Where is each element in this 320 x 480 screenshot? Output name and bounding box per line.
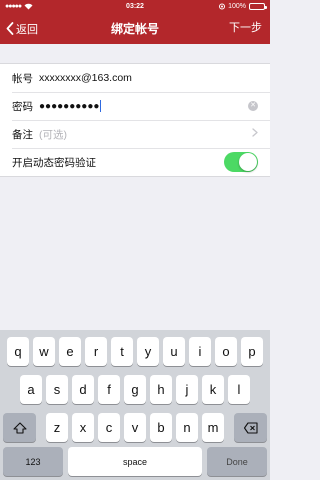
done-key[interactable]: Done: [207, 447, 267, 476]
status-time: 03:22: [126, 3, 144, 10]
text-caret: [100, 100, 102, 113]
key-r[interactable]: r: [85, 337, 107, 366]
key-p[interactable]: p: [241, 337, 263, 366]
keyboard-letters-3: zxcvbnm: [46, 413, 224, 442]
key-z[interactable]: z: [46, 413, 68, 442]
key-e[interactable]: e: [59, 337, 81, 366]
dynamic-password-toggle[interactable]: [224, 152, 258, 172]
shift-icon: [12, 421, 27, 434]
battery-icon: [249, 3, 267, 10]
shift-key[interactable]: [3, 413, 36, 442]
dynamic-password-label: 开启动态密码验证: [12, 156, 96, 169]
back-label: 返回: [16, 23, 38, 36]
chevron-right-icon: [252, 128, 258, 140]
key-s[interactable]: s: [46, 375, 68, 404]
signal-icon: ●●●●●: [5, 3, 22, 10]
key-o[interactable]: o: [215, 337, 237, 366]
key-l[interactable]: l: [228, 375, 250, 404]
key-d[interactable]: d: [72, 375, 94, 404]
back-button[interactable]: 返回: [6, 13, 38, 44]
keyboard-row-2: asdfghjkl: [0, 375, 270, 404]
wifi-icon: [24, 3, 33, 10]
numbers-key[interactable]: 123: [3, 447, 63, 476]
account-input[interactable]: xxxxxxxx@163.com: [39, 72, 258, 84]
account-row[interactable]: 帐号 xxxxxxxx@163.com: [0, 64, 270, 92]
space-key[interactable]: space: [68, 447, 202, 476]
status-left: ●●●●●: [5, 3, 95, 10]
battery-percent: 100%: [228, 3, 246, 10]
key-v[interactable]: v: [124, 413, 146, 442]
key-x[interactable]: x: [72, 413, 94, 442]
backspace-icon: [243, 421, 258, 434]
note-row[interactable]: 备注 (可选): [0, 120, 270, 148]
password-row[interactable]: 密码 ●●●●●●●●●● ✕: [0, 92, 270, 120]
key-w[interactable]: w: [33, 337, 55, 366]
key-f[interactable]: f: [98, 375, 120, 404]
password-label: 密码: [12, 100, 33, 113]
status-bar: ●●●●● 03:22 100%: [0, 0, 270, 13]
key-a[interactable]: a: [20, 375, 42, 404]
password-input[interactable]: ●●●●●●●●●●: [39, 100, 248, 113]
status-right: 100%: [175, 3, 267, 10]
key-k[interactable]: k: [202, 375, 224, 404]
nav-bar: 返回 绑定帐号 下一步: [0, 13, 270, 44]
key-j[interactable]: j: [176, 375, 198, 404]
key-y[interactable]: y: [137, 337, 159, 366]
key-n[interactable]: n: [176, 413, 198, 442]
key-h[interactable]: h: [150, 375, 172, 404]
next-button[interactable]: 下一步: [229, 13, 262, 44]
toggle-knob: [239, 153, 257, 171]
key-i[interactable]: i: [189, 337, 211, 366]
key-u[interactable]: u: [163, 337, 185, 366]
key-b[interactable]: b: [150, 413, 172, 442]
account-form: 帐号 xxxxxxxx@163.com 密码 ●●●●●●●●●● ✕ 备注 (…: [0, 63, 270, 177]
password-value: ●●●●●●●●●●: [39, 100, 100, 112]
account-label: 帐号: [12, 72, 33, 85]
key-g[interactable]: g: [124, 375, 146, 404]
keyboard-row-4: 123 space Done: [0, 447, 270, 476]
keyboard-row-1: qwertyuiop: [0, 337, 270, 366]
chevron-left-icon: [6, 22, 14, 35]
note-input[interactable]: (可选): [39, 127, 252, 142]
key-c[interactable]: c: [98, 413, 120, 442]
key-m[interactable]: m: [202, 413, 224, 442]
location-icon: [219, 3, 226, 10]
key-q[interactable]: q: [7, 337, 29, 366]
note-label: 备注: [12, 128, 33, 141]
keyboard: qwertyuiop asdfghjkl zxcvbnm 123 space D…: [0, 330, 270, 480]
delete-key[interactable]: [234, 413, 267, 442]
keyboard-row-3: zxcvbnm: [0, 413, 270, 442]
clear-icon[interactable]: ✕: [248, 101, 258, 111]
dynamic-password-row: 开启动态密码验证: [0, 148, 270, 176]
key-t[interactable]: t: [111, 337, 133, 366]
